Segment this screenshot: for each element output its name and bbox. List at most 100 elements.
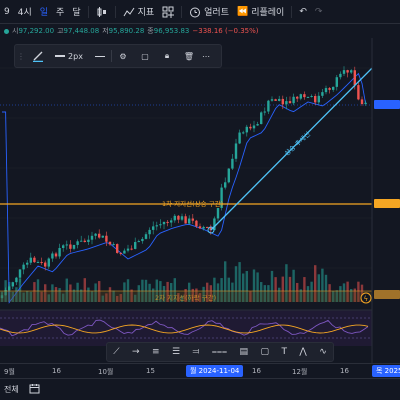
line-width-icon: [55, 55, 66, 57]
candle: [195, 220, 198, 227]
candle: [134, 242, 137, 249]
candle: [188, 218, 191, 224]
gear-icon: ⚙: [119, 51, 127, 61]
replay-button[interactable]: ⏪ 리플레이: [233, 5, 288, 19]
rect-tool-icon[interactable]: ▢: [261, 347, 270, 357]
candle: [119, 252, 122, 254]
drag-handle-icon[interactable]: ⋮: [15, 45, 27, 67]
calendar-svg: [29, 384, 40, 394]
candle: [33, 257, 36, 263]
interval-week[interactable]: 주: [52, 5, 68, 18]
interval-9[interactable]: 9: [0, 7, 14, 17]
line-color-button[interactable]: [27, 45, 49, 67]
candle: [357, 85, 360, 100]
price-chart[interactable]: 1차 지지선(상승 구간) 상승 추세선 2차 지지선(하락 구간) ϟ: [0, 38, 400, 363]
candle: [83, 240, 86, 243]
fib-tool-icon[interactable]: ☰: [172, 347, 180, 357]
more-button[interactable]: ⋯: [200, 45, 212, 67]
candle: [198, 226, 202, 229]
template-button[interactable]: ▢: [134, 45, 156, 67]
redo-icon: ↷: [314, 6, 323, 17]
more-icon: ⋯: [202, 51, 210, 61]
time-label: 16: [52, 367, 61, 375]
pitchfork-tool-icon[interactable]: ⫤: [192, 347, 199, 357]
indicators-icon: [123, 7, 135, 16]
candle: [36, 262, 40, 264]
interval-month[interactable]: 달: [68, 5, 84, 18]
trendline-tool-icon[interactable]: ⟋: [113, 347, 119, 357]
candle: [328, 88, 331, 90]
redo-button[interactable]: ↷: [311, 7, 327, 17]
gann-tool-icon[interactable]: ▤: [240, 347, 249, 357]
trend-line-label: 상승 추세선: [282, 129, 312, 157]
wave-tool-icon[interactable]: ∿: [319, 347, 327, 357]
candle: [317, 95, 320, 103]
oscillator-pane: [0, 310, 372, 346]
lower-zone-label: 2차 지지선(하락 구간): [155, 293, 216, 302]
candle: [364, 102, 367, 105]
candle: [256, 124, 259, 126]
range-all-button[interactable]: 전체: [4, 384, 19, 395]
line-style-button[interactable]: [89, 45, 111, 67]
ray-tool-icon[interactable]: →: [132, 347, 140, 357]
candle: [238, 132, 241, 144]
candle: [206, 226, 209, 228]
alarm-icon: [190, 7, 201, 17]
lightning-icon: ϟ: [364, 295, 369, 303]
time-label: 15: [146, 367, 155, 375]
replay-label: 리플레이: [251, 8, 285, 18]
candle: [44, 262, 47, 267]
candle: [310, 95, 313, 97]
candle: [54, 253, 58, 257]
alert-button[interactable]: 얼러트: [185, 5, 233, 18]
undo-button[interactable]: ↶: [295, 7, 311, 17]
candle: [162, 221, 166, 225]
trash-icon: 🗑︎: [183, 51, 195, 61]
candle: [267, 100, 270, 112]
parallel-tool-icon[interactable]: ≡: [152, 347, 160, 357]
candle: [184, 216, 187, 224]
candle: [173, 215, 176, 221]
delete-button[interactable]: 🗑︎: [178, 45, 200, 67]
right-date-badge: 목 2025: [372, 365, 400, 377]
line-width-button[interactable]: 2px: [49, 45, 89, 67]
interval-4h[interactable]: 4시: [14, 5, 36, 18]
crosshair-date-badge: 월 2024-11-04: [186, 365, 244, 377]
candle: [144, 234, 148, 239]
candle: [51, 253, 54, 259]
candle: [281, 98, 284, 105]
candle: [288, 101, 292, 104]
candle: [270, 99, 274, 101]
candle: [62, 245, 65, 248]
price-tag-current: [374, 100, 400, 109]
candle: [80, 240, 83, 242]
calendar-icon[interactable]: [29, 383, 40, 396]
candle: [22, 264, 25, 270]
candle: [353, 70, 356, 86]
candle: [249, 126, 252, 129]
candles-icon: [97, 6, 106, 17]
undo-icon: ↶: [299, 6, 307, 17]
channel-tool-icon[interactable]: ⩶: [212, 347, 227, 357]
indicators-button[interactable]: 지표: [119, 5, 159, 18]
lock-button[interactable]: 🔒︎: [156, 45, 178, 67]
interval-day[interactable]: 일: [36, 5, 52, 18]
candle: [94, 233, 97, 236]
candles: [0, 66, 367, 299]
candle: [40, 262, 43, 264]
candle: [87, 239, 90, 243]
candle: [285, 101, 288, 105]
series-dot: [4, 28, 9, 34]
candle: [234, 143, 238, 159]
settings-button[interactable]: ⚙: [112, 45, 134, 67]
candle: [191, 218, 194, 221]
layout-button[interactable]: [158, 6, 178, 18]
candle: [321, 92, 324, 96]
candle: [29, 257, 32, 263]
pattern-tool-icon[interactable]: ⋀: [299, 347, 306, 357]
time-axis[interactable]: 9월 16 10월 15 월 2024-11-04 16 12월 16 목 20…: [0, 363, 400, 378]
candle-type-button[interactable]: [92, 6, 112, 18]
candle: [342, 70, 346, 74]
text-tool-icon[interactable]: T: [281, 347, 287, 357]
indicators-label: 지표: [137, 8, 155, 18]
